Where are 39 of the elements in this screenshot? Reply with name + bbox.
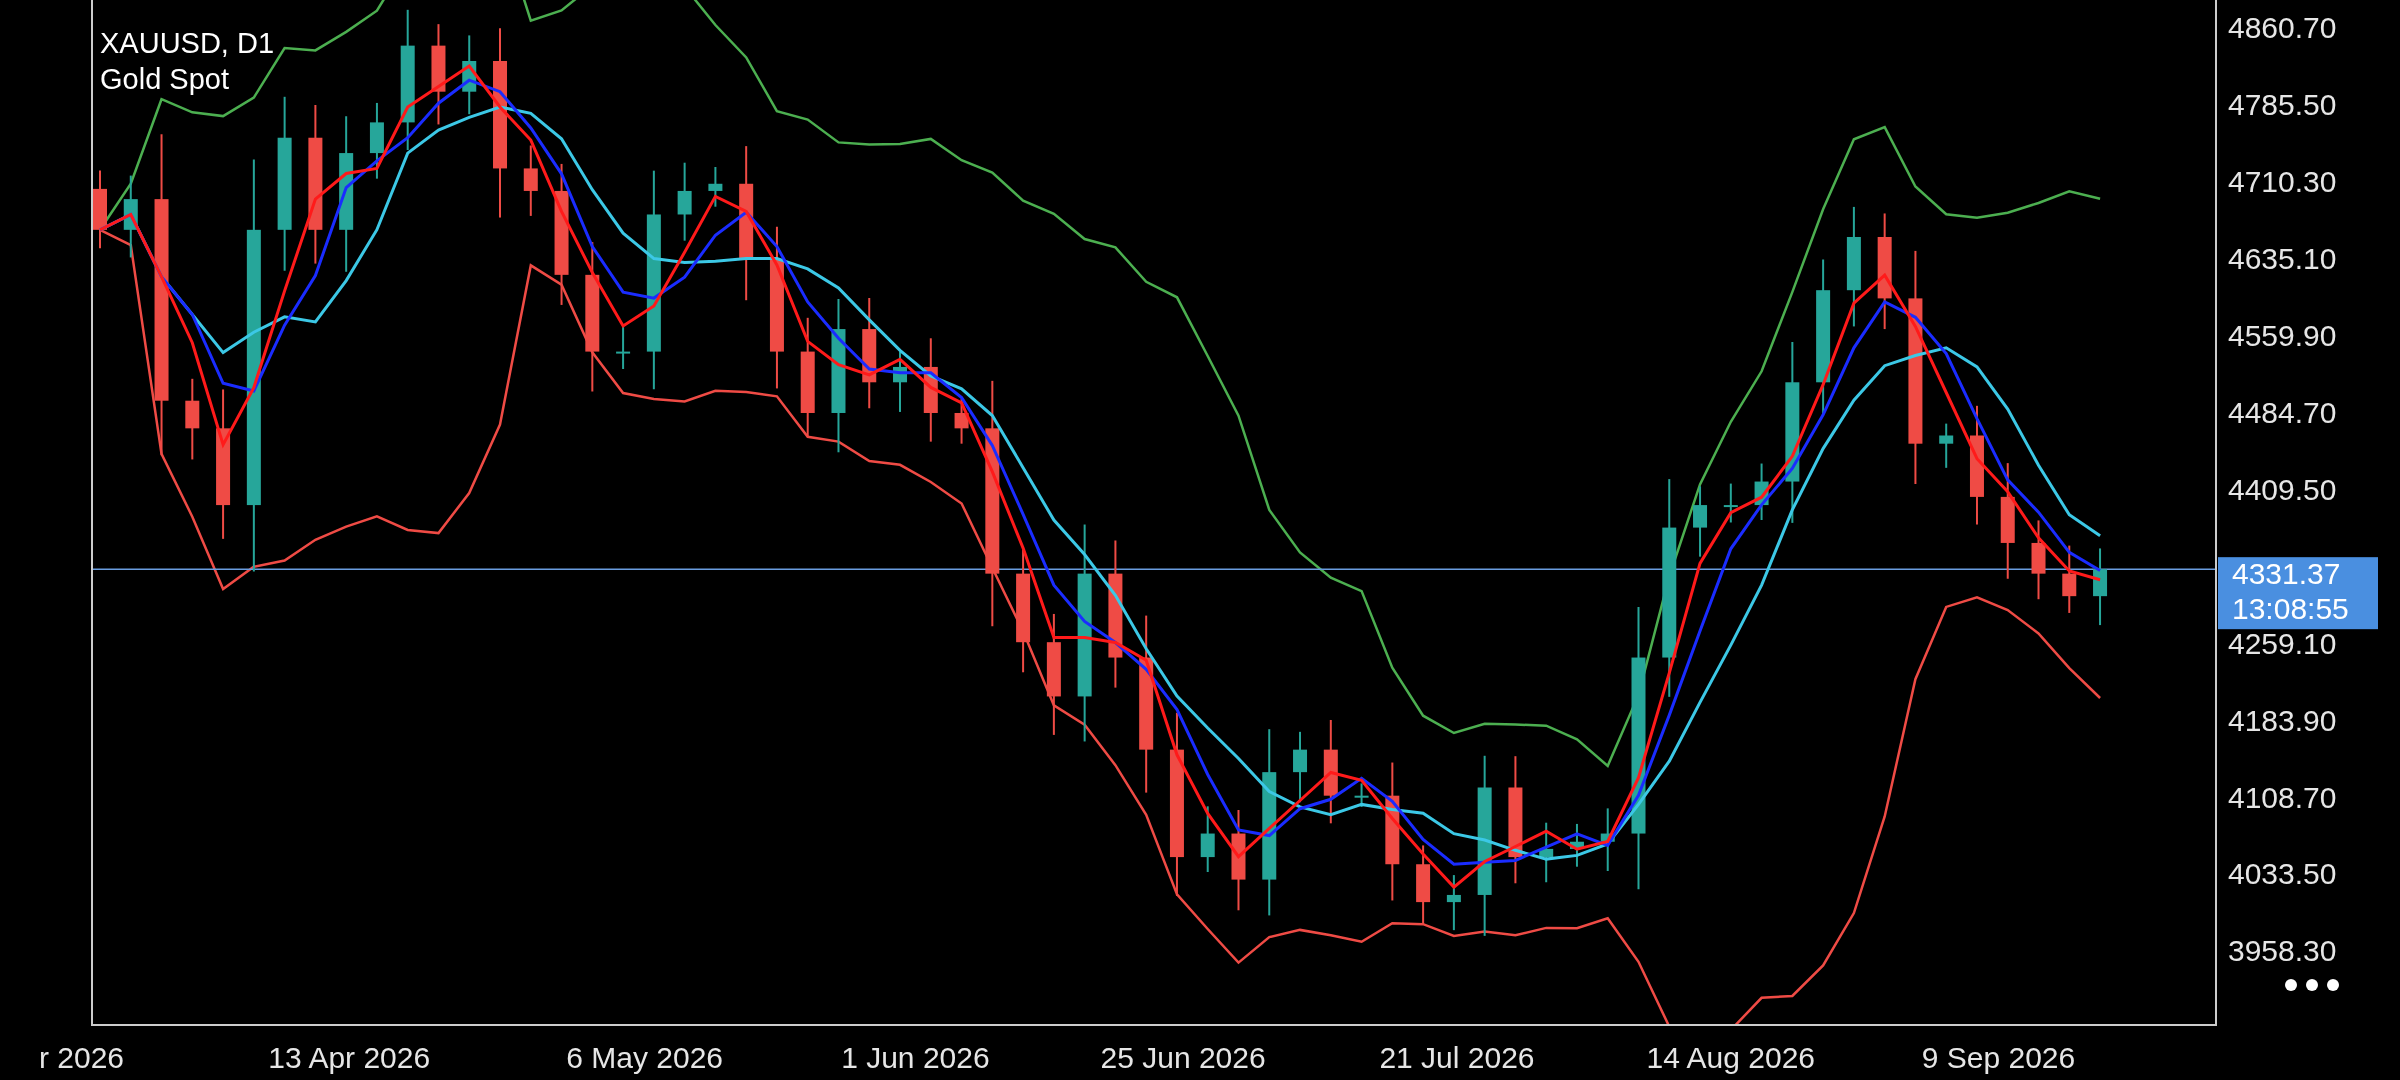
candlestick	[708, 166, 723, 208]
price-axis-label: 3958.30	[2228, 934, 2337, 968]
price-axis-label: 4183.90	[2228, 703, 2337, 737]
candlestick	[1354, 782, 1369, 808]
candlestick	[1754, 462, 1769, 521]
candlestick	[1539, 821, 1554, 884]
candlestick	[1723, 482, 1738, 524]
current-price-label: 4331.37	[2232, 557, 2341, 591]
price-axis-label: 4710.30	[2228, 164, 2337, 198]
price-axis-label: 4259.10	[2228, 626, 2337, 660]
countdown-label: 13:08:55	[2232, 592, 2349, 626]
date-axis-label: r 2026	[39, 1041, 125, 1074]
candlestick	[1600, 807, 1615, 872]
candlestick	[1569, 822, 1584, 868]
price-axis-label: 4033.50	[2228, 857, 2337, 891]
more-icon[interactable]	[2284, 978, 2340, 992]
candlestick	[954, 397, 969, 445]
candlestick	[2062, 544, 2077, 614]
symbol-description: Gold Spot	[100, 63, 230, 96]
date-axis-label: 25 Jun 2026	[1100, 1041, 1266, 1074]
price-axis-label: 4860.70	[2228, 11, 2337, 44]
candlestick	[1446, 874, 1461, 932]
candlestick	[616, 326, 631, 370]
price-axis-label: 4409.50	[2228, 472, 2337, 506]
price-axis-label: 4484.70	[2228, 395, 2337, 429]
date-axis-label: 6 May 2026	[566, 1041, 723, 1074]
date-axis-label: 9 Sep 2026	[1921, 1041, 2076, 1074]
price-axis-label: 4635.10	[2228, 241, 2337, 275]
date-axis-label: 1 Jun 2026	[841, 1041, 990, 1074]
date-axis-label: 13 Apr 2026	[268, 1041, 431, 1074]
candlestick	[1200, 805, 1215, 873]
price-axis-label: 4785.50	[2228, 87, 2337, 121]
candlestick	[893, 350, 907, 413]
symbol-title: XAUUSD, D1	[100, 28, 275, 60]
date-axis-label: 21 Jul 2026	[1379, 1041, 1535, 1074]
candlestick	[1939, 422, 1954, 469]
price-axis-label: 4108.70	[2228, 780, 2337, 814]
price-axis-label: 4559.90	[2228, 318, 2337, 352]
date-axis-label: 14 Aug 2026	[1646, 1041, 1816, 1074]
